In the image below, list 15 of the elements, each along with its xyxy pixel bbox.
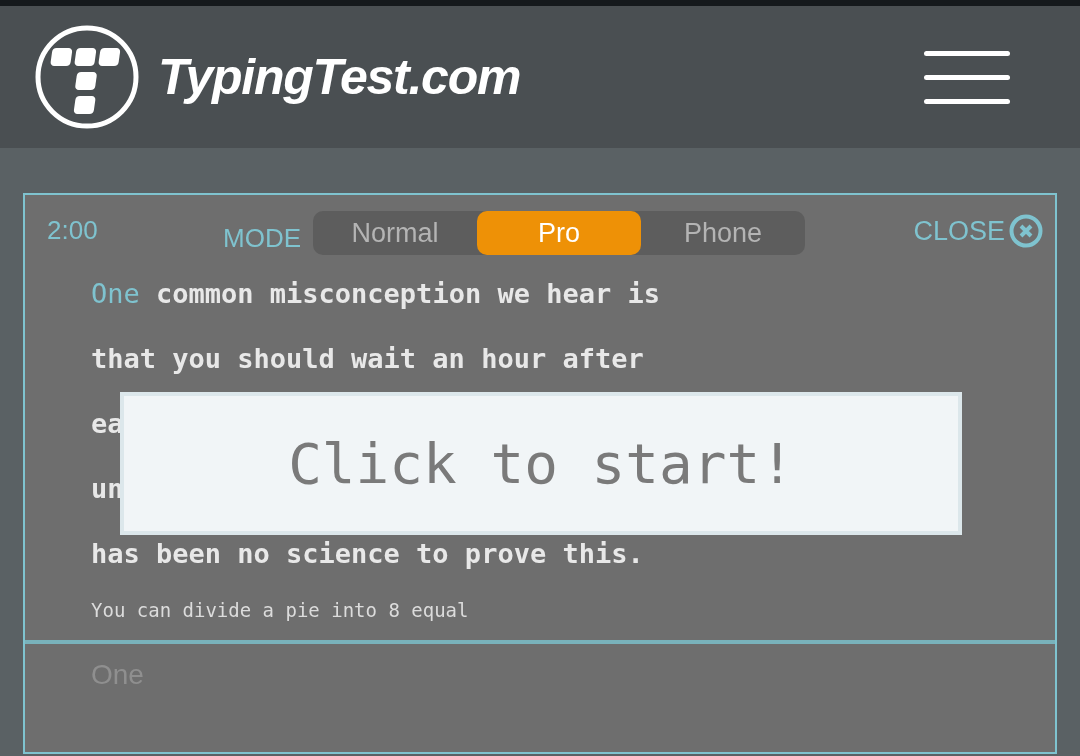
menu-button[interactable] <box>924 50 1010 104</box>
mode-tab[interactable]: Normal <box>313 211 477 255</box>
passage-text-line: that you should wait an hour after <box>91 343 644 374</box>
passage-text-line: has been no science to prove this. <box>91 538 644 569</box>
upcoming-text-line: You can divide a pie into 8 equal <box>90 598 470 623</box>
close-icon <box>1009 214 1043 249</box>
logo-icon <box>34 24 140 130</box>
mode-tab[interactable]: Pro <box>477 211 641 255</box>
start-button[interactable]: Click to start! <box>120 392 962 535</box>
timer: 2:00 <box>47 214 99 247</box>
logo-text[interactable]: TypingTest.com <box>158 39 521 115</box>
mode-tab[interactable]: Phone <box>641 211 805 255</box>
close-button[interactable]: CLOSE <box>913 211 1043 252</box>
mode-label: MODE <box>223 222 301 255</box>
passage-text-line: One common misconception we hear is <box>91 278 660 309</box>
